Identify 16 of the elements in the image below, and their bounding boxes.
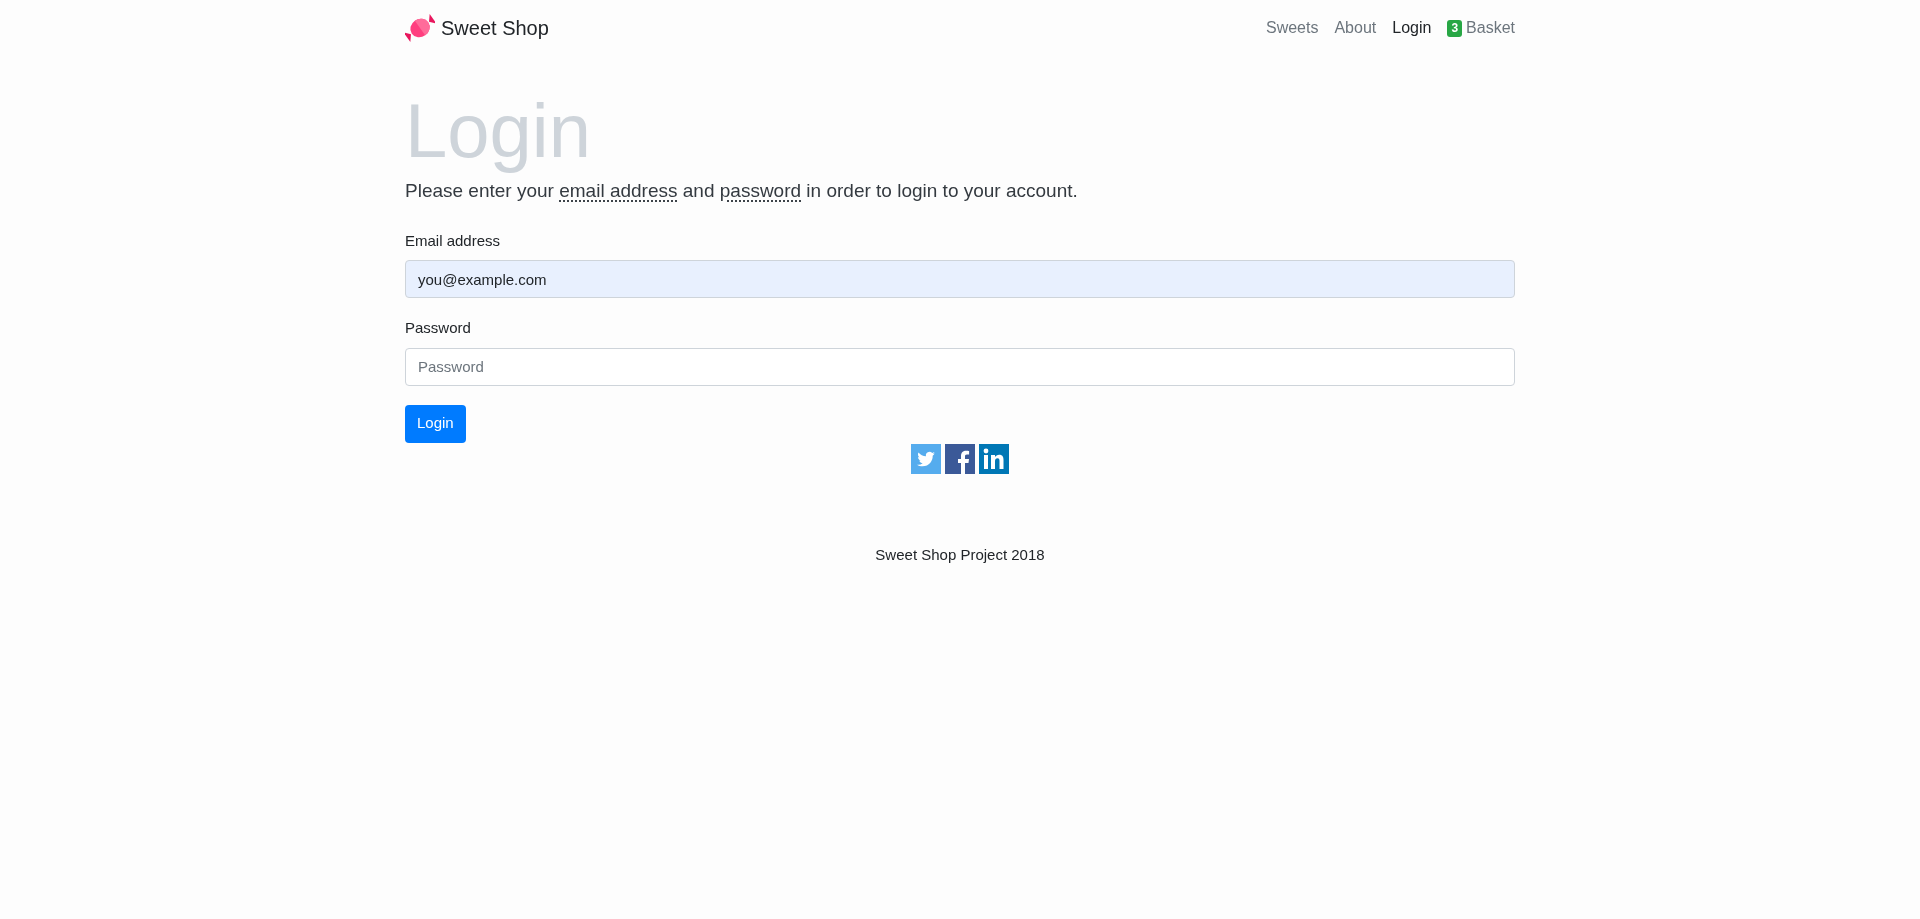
nav-link[interactable]: About [1334, 16, 1377, 40]
facebook-icon[interactable] [945, 443, 975, 474]
field-label: Password [405, 318, 471, 339]
field-label: Email address [405, 230, 501, 251]
nav-link[interactable]: Login [1392, 16, 1432, 40]
brand-link[interactable]: Sweet Shop [441, 13, 549, 43]
count-badge: 3 [1447, 19, 1463, 37]
input-field[interactable]: you@example.com [405, 260, 1515, 299]
nav-link[interactable]: Basket [1466, 16, 1515, 40]
intro-text: Please enter your email address and password in order to login to your account. [405, 179, 1079, 204]
nav-link[interactable]: Sweets [1265, 16, 1319, 40]
input-field[interactable]: Password [405, 347, 1515, 386]
login-button[interactable]: Login [405, 404, 466, 443]
candy-icon [405, 13, 435, 43]
footer-text: Sweet Shop Project 2018 [874, 544, 1046, 565]
linkedin-icon[interactable] [979, 443, 1009, 474]
